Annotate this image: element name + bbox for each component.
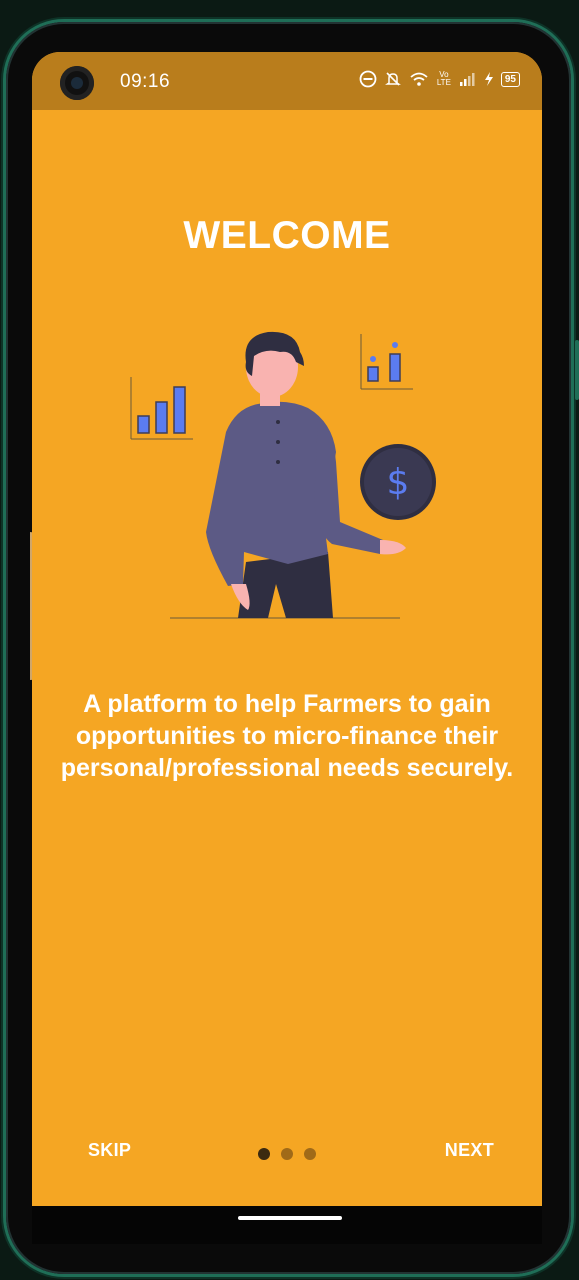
bar-chart-icon-left: [130, 377, 193, 440]
battery-level: 95: [500, 71, 520, 87]
wifi-icon: [410, 72, 428, 86]
coin-symbol: $: [387, 462, 410, 503]
page-dot-2[interactable]: [281, 1148, 293, 1160]
do-not-disturb-icon: [359, 70, 377, 88]
page-dot-1[interactable]: [258, 1148, 270, 1160]
onboarding-navigation: SKIP NEXT: [32, 1140, 542, 1170]
page-dot-3[interactable]: [304, 1148, 316, 1160]
silent-bell-icon: [384, 72, 401, 86]
finance-illustration: $: [130, 331, 436, 619]
next-button[interactable]: NEXT: [445, 1140, 494, 1161]
onboarding-description: A platform to help Farmers to gain oppor…: [60, 690, 514, 782]
system-navigation-bar: [32, 1206, 542, 1244]
status-time: 09:16: [120, 71, 171, 92]
status-bar: 09:16 Vo LTE 95: [32, 52, 542, 110]
bar-chart-icon-right: [360, 334, 413, 390]
charging-icon: [484, 72, 493, 86]
page-title: WELCOME: [183, 214, 391, 257]
volte-label: Vo LTE: [436, 70, 451, 87]
app-screen: 09:16 Vo LTE 95 WELCOME $ A platform to …: [32, 52, 542, 1206]
signal-icon: [459, 73, 475, 86]
home-indicator[interactable]: [238, 1216, 342, 1220]
front-camera: [60, 66, 94, 100]
side-button: [575, 340, 579, 400]
dollar-coin-icon: $: [360, 444, 436, 520]
status-icons: Vo LTE 95: [359, 70, 520, 88]
